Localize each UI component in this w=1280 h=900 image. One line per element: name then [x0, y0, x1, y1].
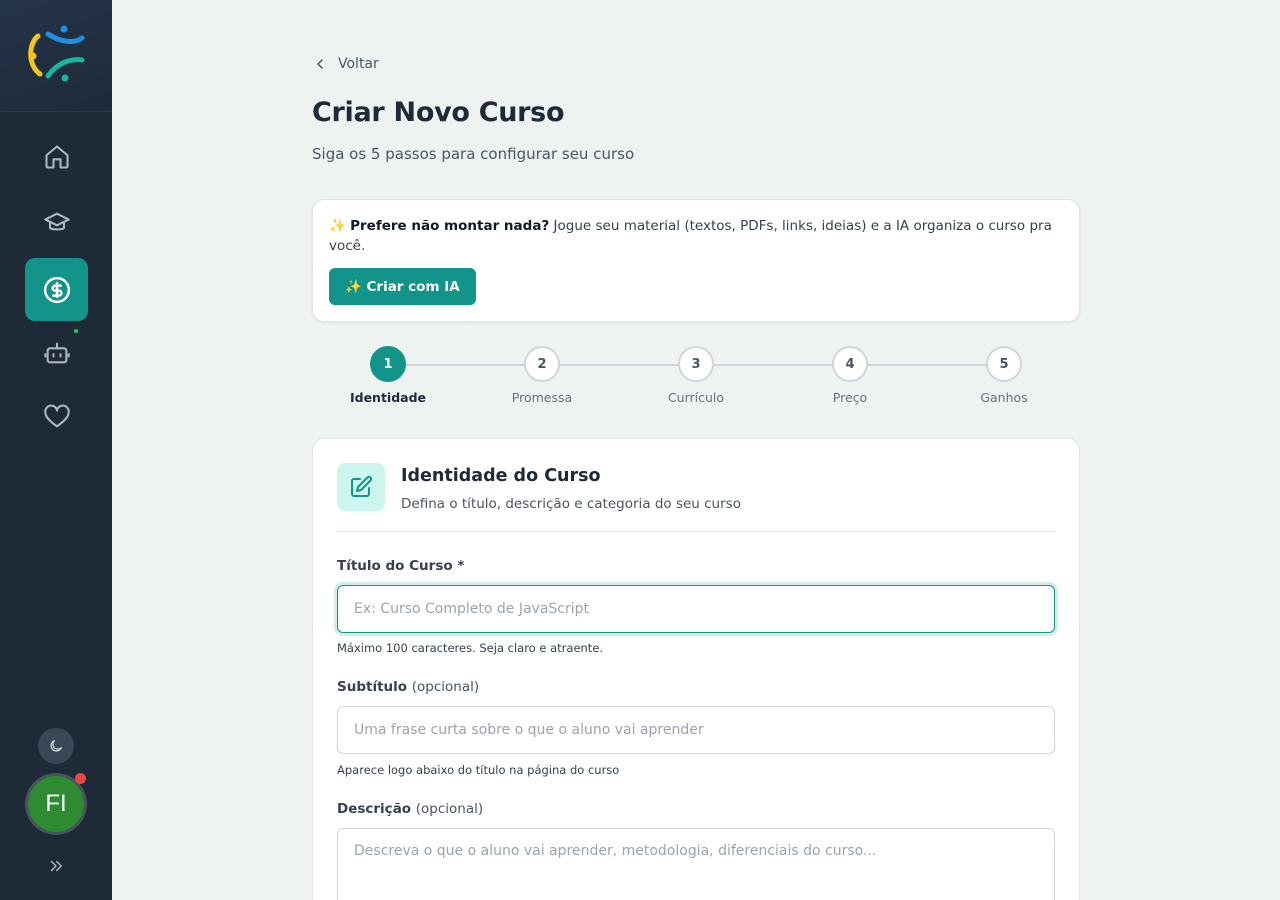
step-label: Identidade — [349, 390, 427, 405]
step-number: 3 — [678, 346, 714, 382]
section-title: Identidade do Curso — [401, 466, 601, 486]
chevron-left-icon — [317, 59, 323, 69]
expand-sidebar-button[interactable] — [44, 854, 68, 878]
chevrons-right-icon — [50, 860, 62, 872]
brand-logo[interactable] — [0, 0, 112, 112]
notification-badge — [75, 773, 86, 784]
sparkles-icon: ✨ — [329, 218, 346, 234]
ai-card-text: ✨ Prefere não montar nada? Jogue seu mat… — [329, 216, 1059, 256]
edit-icon — [351, 475, 373, 497]
avatar-initials: FI — [45, 790, 67, 817]
step-number: 1 — [370, 346, 406, 382]
logo-icon — [28, 25, 85, 81]
home-icon — [44, 144, 69, 169]
step-number: 2 — [524, 346, 560, 382]
nav-courses[interactable] — [25, 191, 88, 254]
nav-favorites[interactable] — [25, 385, 88, 448]
section-subtitle: Defina o título, descrição e categoria d… — [401, 496, 741, 512]
identity-form-card: Identidade do Curso Defina o título, des… — [312, 438, 1080, 900]
subtitle-field-hint: Aparece logo abaixo do título na página … — [337, 763, 620, 777]
theme-toggle-button[interactable] — [38, 728, 74, 764]
sidebar: FI — [0, 0, 112, 900]
course-title-input[interactable] — [337, 585, 1055, 633]
description-field-label: Descrição (opcional) — [337, 801, 483, 817]
section-divider — [337, 531, 1055, 532]
step-number: 5 — [986, 346, 1022, 382]
ai-suggestion-card: ✨ Prefere não montar nada? Jogue seu mat… — [312, 199, 1080, 322]
step-label: Currículo — [667, 390, 725, 405]
step-promessa[interactable]: 2 Promessa — [492, 346, 592, 405]
page-subtitle: Siga os 5 passos para configurar seu cur… — [312, 145, 635, 163]
page-title: Criar Novo Curso — [312, 97, 565, 128]
step-curriculo[interactable]: 3 Currículo — [646, 346, 746, 405]
back-link[interactable]: Voltar — [312, 56, 379, 72]
graduation-cap-icon — [43, 212, 70, 230]
optional-tag: (opcional) — [411, 679, 480, 695]
step-label: Preço — [832, 390, 868, 405]
course-subtitle-input[interactable] — [337, 706, 1055, 754]
ai-card-headline: Prefere não montar nada? — [350, 218, 550, 234]
step-preco[interactable]: 4 Preço — [800, 346, 900, 405]
subtitle-label-text: Subtítulo — [337, 679, 408, 695]
moon-icon — [50, 740, 62, 752]
nav-ai-bot[interactable] — [25, 321, 88, 384]
step-identidade[interactable]: 1 Identidade — [338, 346, 438, 405]
subtitle-field-label: Subtítulo (opcional) — [337, 679, 479, 695]
back-label: Voltar — [338, 56, 379, 72]
step-label: Ganhos — [980, 390, 1028, 405]
nav-earnings[interactable] — [25, 258, 88, 321]
nav-home[interactable] — [25, 125, 88, 188]
section-icon-box — [337, 463, 385, 511]
title-field-hint: Máximo 100 caracteres. Seja claro e atra… — [337, 641, 604, 655]
bot-icon — [43, 342, 70, 363]
heart-icon — [43, 404, 70, 427]
dollar-circle-icon — [43, 276, 70, 303]
optional-tag: (opcional) — [415, 801, 484, 817]
course-description-textarea[interactable] — [337, 828, 1055, 900]
title-field-label: Título do Curso * — [337, 558, 465, 574]
step-ganhos[interactable]: 5 Ganhos — [954, 346, 1054, 405]
step-label: Promessa — [511, 390, 573, 405]
course-stepper: 1 Identidade 2 Promessa 3 Currículo 4 Pr… — [312, 346, 1080, 406]
status-dot — [74, 329, 78, 333]
step-number: 4 — [832, 346, 868, 382]
create-with-ai-button[interactable]: ✨ Criar com IA — [329, 268, 476, 305]
description-label-text: Descrição — [337, 801, 412, 817]
